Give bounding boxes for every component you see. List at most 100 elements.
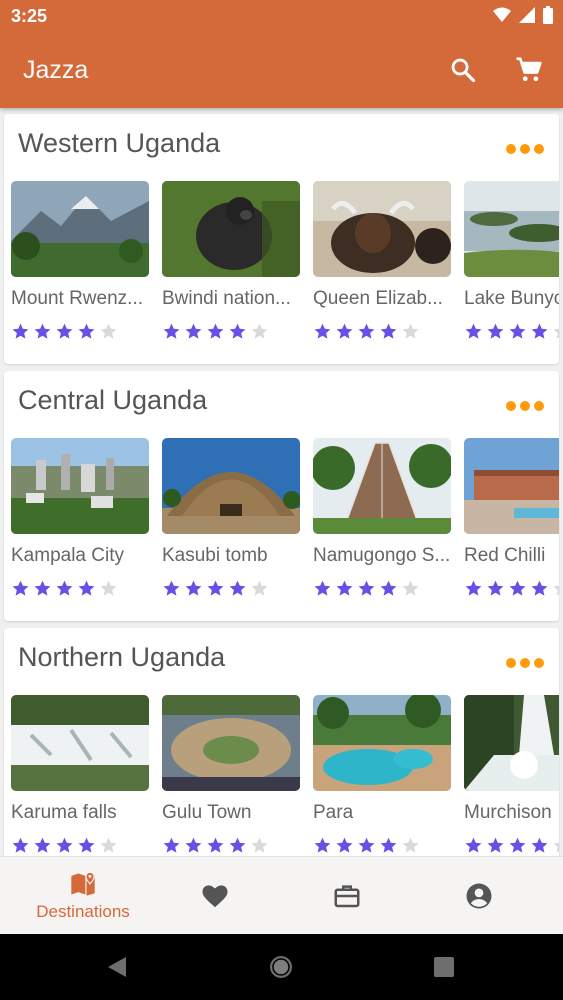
star-filled-icon <box>185 323 202 339</box>
star-filled-icon <box>336 580 353 596</box>
section-title: Western Uganda <box>18 128 221 158</box>
place-name: Para <box>313 802 354 823</box>
rating-stars <box>11 322 149 341</box>
cart-button[interactable] <box>511 52 547 88</box>
place-card[interactable]: Red Chilli <box>464 438 559 598</box>
place-card[interactable]: Mount Rwenz... <box>11 181 149 341</box>
account-icon <box>466 883 492 909</box>
star-filled-icon <box>207 837 224 853</box>
star-filled-icon <box>163 837 180 853</box>
star-empty-icon <box>553 585 559 596</box>
star-filled-icon <box>465 837 482 853</box>
rating-stars <box>162 836 300 855</box>
star-empty-icon <box>402 580 419 596</box>
battery-icon <box>543 6 553 24</box>
star-filled-icon <box>358 323 375 339</box>
star-filled-icon <box>380 323 397 339</box>
rating-stars <box>11 836 149 855</box>
star-filled-icon <box>34 580 51 596</box>
nav-favorites[interactable] <box>180 857 250 935</box>
place-card[interactable]: Bwindi nation... <box>162 181 300 341</box>
home-icon[interactable] <box>268 954 294 980</box>
star-filled-icon <box>314 323 331 339</box>
place-card[interactable]: Queen Elizab... <box>313 181 451 341</box>
status-bar: 3:25 <box>0 0 563 34</box>
section-title: Northern Uganda <box>18 642 226 672</box>
place-image <box>11 438 149 534</box>
place-card[interactable]: Karuma falls <box>11 695 149 855</box>
star-filled-icon <box>380 837 397 853</box>
star-filled-icon <box>229 837 246 853</box>
star-filled-icon <box>56 837 73 853</box>
rating-stars <box>11 579 149 598</box>
rating-stars <box>464 836 559 855</box>
briefcase-icon <box>334 885 360 908</box>
star-filled-icon <box>185 580 202 596</box>
section-card-central: Central Uganda Kampala City Kasubi tomb … <box>4 371 559 621</box>
star-empty-icon <box>100 837 117 853</box>
star-filled-icon <box>207 323 224 339</box>
signal-icon <box>519 7 535 23</box>
star-filled-icon <box>207 580 224 596</box>
nav-destinations[interactable]: Destinations <box>20 857 146 935</box>
app-bar: 3:25 Jazza <box>0 0 563 108</box>
place-image <box>313 438 451 534</box>
nav-trips[interactable] <box>312 857 382 935</box>
star-filled-icon <box>12 580 29 596</box>
nav-account[interactable] <box>444 857 514 935</box>
star-filled-icon <box>380 580 397 596</box>
star-filled-icon <box>531 837 548 853</box>
search-icon <box>451 58 476 83</box>
star-filled-icon <box>531 323 548 339</box>
place-name: Gulu Town <box>162 802 252 823</box>
more-button[interactable] <box>506 401 544 411</box>
star-filled-icon <box>336 837 353 853</box>
star-filled-icon <box>531 580 548 596</box>
place-name: Kampala City <box>11 545 124 566</box>
place-card[interactable]: Lake Bunyo <box>464 181 559 341</box>
place-image <box>11 181 149 277</box>
place-card[interactable]: Para <box>313 695 451 855</box>
star-filled-icon <box>487 323 504 339</box>
star-empty-icon <box>100 323 117 339</box>
place-image <box>464 695 559 791</box>
more-button[interactable] <box>506 144 544 154</box>
place-name: Lake Bunyo <box>464 288 559 309</box>
star-filled-icon <box>314 837 331 853</box>
star-filled-icon <box>487 837 504 853</box>
place-card[interactable]: Namugongo S... <box>313 438 451 598</box>
rating-stars <box>313 322 451 341</box>
search-button[interactable] <box>445 52 481 88</box>
destinations-list[interactable]: Western Uganda Mount Rwenz... Bwindi nat… <box>0 108 563 856</box>
star-filled-icon <box>229 580 246 596</box>
place-name: Queen Elizab... <box>313 288 443 309</box>
place-image <box>464 181 559 277</box>
section-card-northern: Northern Uganda Karuma falls Gulu Town P… <box>4 628 559 856</box>
star-filled-icon <box>509 837 526 853</box>
place-card[interactable]: Murchison <box>464 695 559 855</box>
place-card[interactable]: Kasubi tomb <box>162 438 300 598</box>
section-card-western: Western Uganda Mount Rwenz... Bwindi nat… <box>4 114 559 364</box>
place-name: Murchison <box>464 802 552 823</box>
rating-stars <box>464 322 559 341</box>
rating-stars <box>313 579 451 598</box>
star-empty-icon <box>402 837 419 853</box>
place-name: Red Chilli <box>464 545 546 566</box>
rating-stars <box>162 322 300 341</box>
star-empty-icon <box>100 580 117 596</box>
app-title: Jazza <box>23 56 89 84</box>
status-icons <box>493 6 553 24</box>
place-name: Mount Rwenz... <box>11 288 143 309</box>
star-filled-icon <box>34 323 51 339</box>
back-icon[interactable] <box>106 956 128 978</box>
rating-stars <box>162 579 300 598</box>
heart-icon <box>202 885 228 908</box>
place-card[interactable]: Kampala City <box>11 438 149 598</box>
recents-icon[interactable] <box>434 957 454 977</box>
place-card[interactable]: Gulu Town <box>162 695 300 855</box>
star-filled-icon <box>358 837 375 853</box>
map-icon <box>71 871 95 896</box>
rating-stars <box>313 836 451 855</box>
place-name: Kasubi tomb <box>162 545 268 566</box>
more-button[interactable] <box>506 658 544 668</box>
